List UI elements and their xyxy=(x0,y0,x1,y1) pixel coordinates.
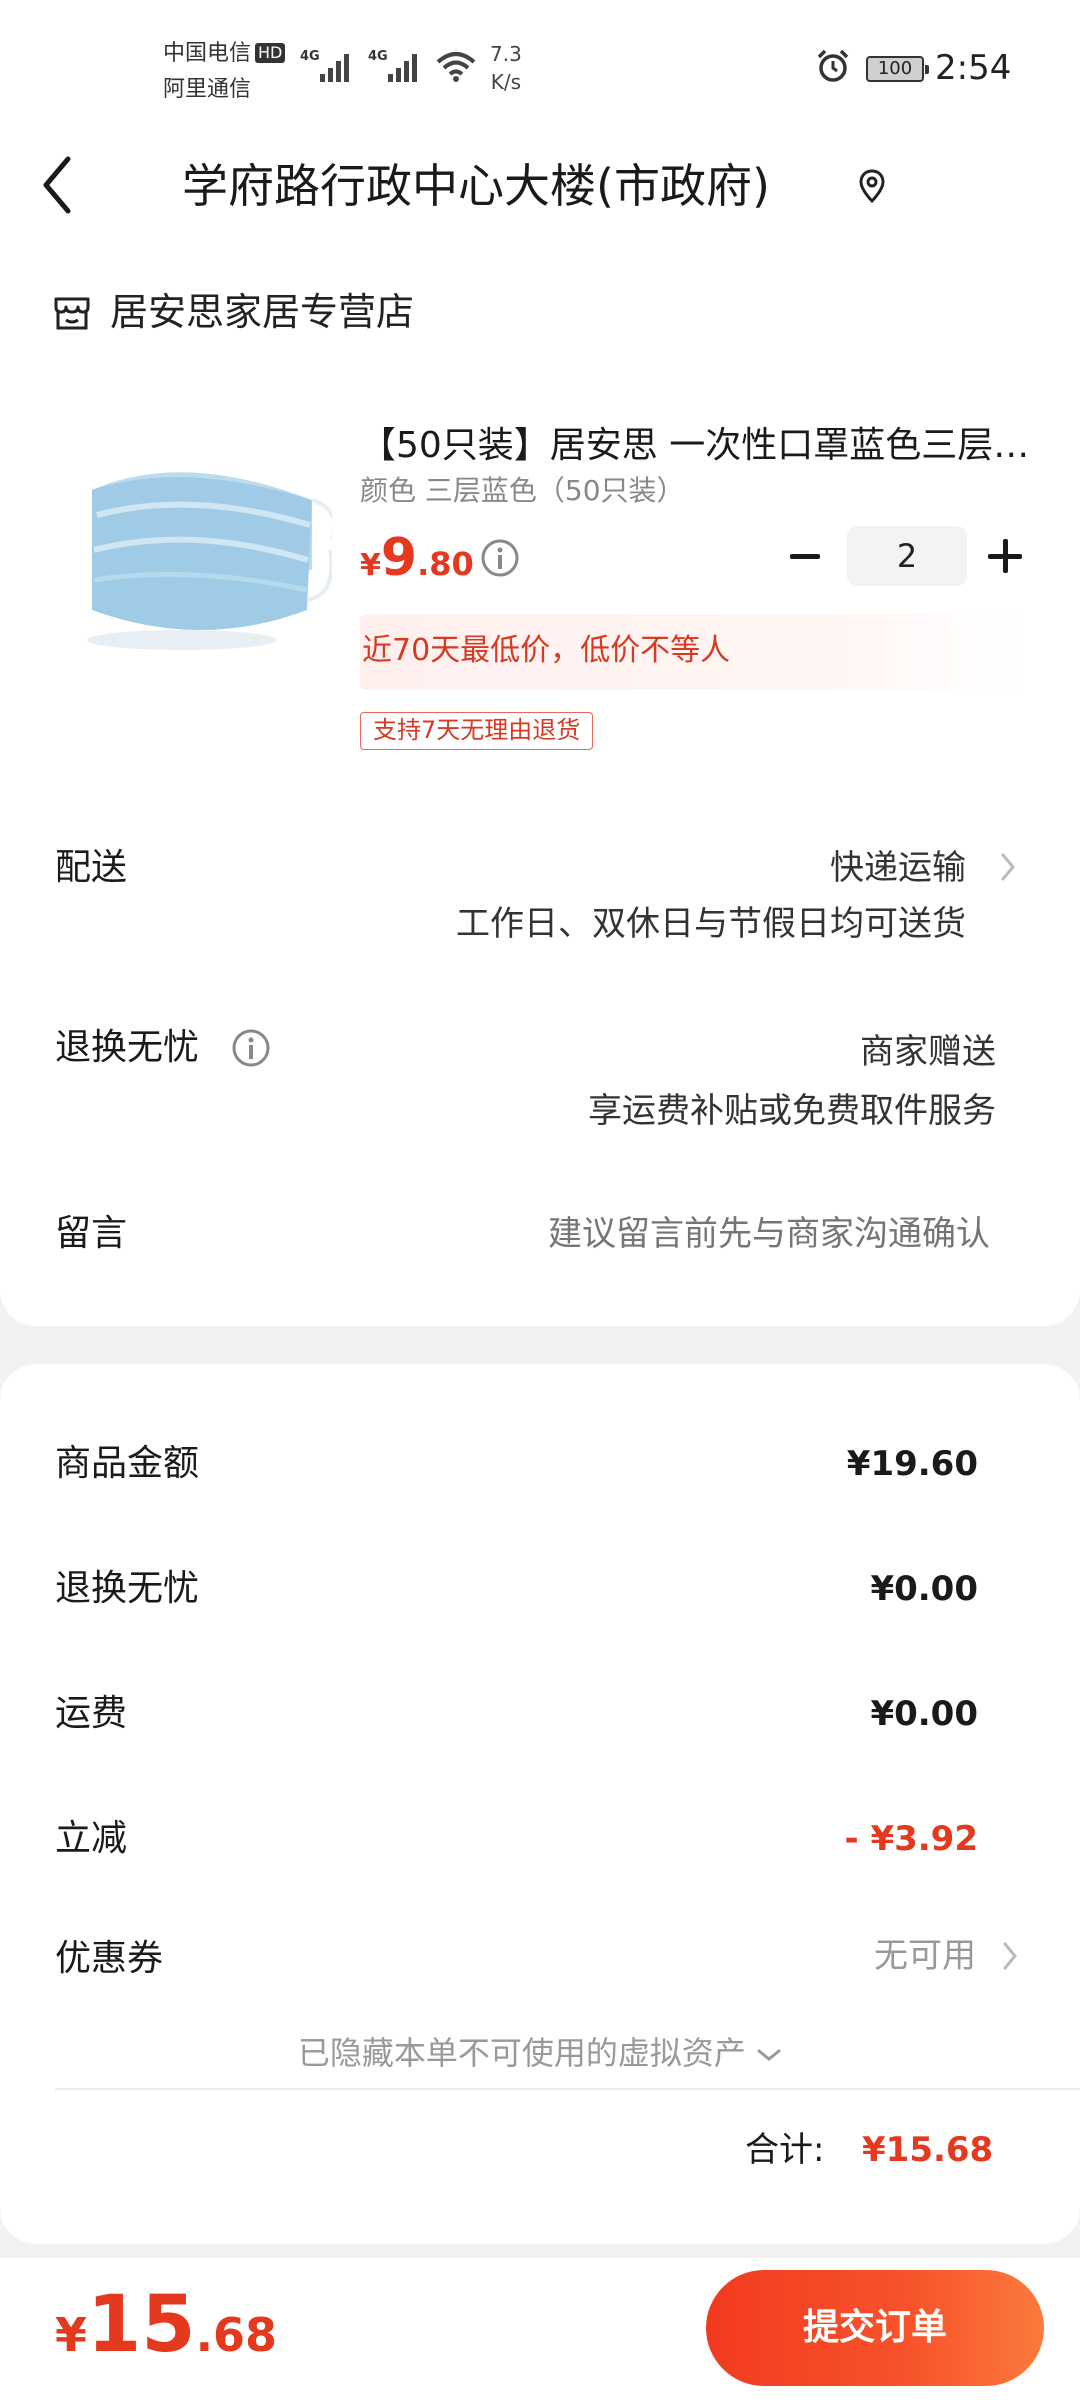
product-spec[interactable]: 颜色 三层蓝色（50只装） xyxy=(360,470,685,512)
delivery-note: 工作日、双休日与节假日均可送货 xyxy=(456,904,966,944)
summary-label-worry-free: 退换无忧 xyxy=(55,1568,200,1609)
location-pin-icon[interactable] xyxy=(857,168,887,208)
worry-free-label: 退换无忧 xyxy=(55,1027,200,1068)
cellular-signal-icon: 4G xyxy=(300,46,358,86)
summary-label-discount: 立减 xyxy=(55,1818,128,1859)
unit-price-integer: 9 xyxy=(380,528,418,588)
worry-free-value: 商家赠送 xyxy=(860,1032,996,1072)
summary-value-shipping: ¥0.00 xyxy=(870,1694,978,1734)
back-button[interactable] xyxy=(40,155,74,219)
increase-quantity-button[interactable] xyxy=(988,538,1024,574)
cellular-signal-icon-2: 4G xyxy=(368,46,426,86)
payable-decimal: .68 xyxy=(195,2308,278,2362)
delivery-address-title[interactable]: 学府路行政中心大楼(市政府) xyxy=(182,150,770,222)
carrier-info: 中国电信 HD 阿里通信 xyxy=(163,36,286,108)
product-title[interactable]: 【50只装】居安思 一次性口罩蓝色三层防护 xyxy=(360,418,1030,474)
store-name[interactable]: 居安思家居专营店 xyxy=(110,282,414,342)
summary-value-discount: - ¥3.92 xyxy=(844,1819,979,1859)
message-label: 留言 xyxy=(55,1213,128,1254)
battery-indicator: 100 xyxy=(866,56,929,82)
price-summary-card xyxy=(0,1364,1080,2244)
hidden-assets-toggle[interactable]: 已隐藏本单不可使用的虚拟资产 xyxy=(0,2028,1080,2078)
worry-free-note: 享运费补贴或免费取件服务 xyxy=(588,1091,996,1131)
delivery-label: 配送 xyxy=(55,847,128,888)
payable-integer: 15 xyxy=(87,2280,196,2370)
price-info-icon[interactable] xyxy=(480,538,520,582)
low-price-banner: 近70天最低价，低价不等人 xyxy=(360,614,1028,690)
delivery-chevron-right-icon[interactable] xyxy=(1000,852,1016,886)
coupon-label: 优惠券 xyxy=(55,1938,164,1979)
coupon-value[interactable]: 无可用 xyxy=(874,1928,976,1984)
status-bar: 中国电信 HD 阿里通信 4G 4G 7.3 K/s 100 2:54 xyxy=(0,0,1080,130)
delivery-method[interactable]: 快递运输 xyxy=(830,840,966,896)
submit-order-button[interactable]: 提交订单 xyxy=(706,2270,1044,2386)
network-speed-value: 7.3 xyxy=(490,42,522,66)
network-type-label: 4G xyxy=(300,49,320,64)
worry-free-info-icon[interactable] xyxy=(231,1028,271,1072)
summary-divider xyxy=(55,2088,1080,2090)
coupon-chevron-right-icon[interactable] xyxy=(1002,1941,1018,1975)
return-policy-tag: 支持7天无理由退货 xyxy=(360,712,594,750)
summary-label-shipping: 运费 xyxy=(55,1693,128,1734)
low-price-text: 近70天最低价，低价不等人 xyxy=(362,633,731,668)
unit-price-currency: ¥ xyxy=(360,548,381,583)
payable-currency: ¥ xyxy=(55,2308,88,2362)
unit-price-decimal: .80 xyxy=(417,545,474,583)
unit-price: ¥9.80 xyxy=(360,525,474,603)
status-time: 2:54 xyxy=(935,48,1012,88)
quantity-input[interactable] xyxy=(847,526,967,586)
hd-badge: HD xyxy=(255,43,286,63)
hidden-assets-text: 已隐藏本单不可使用的虚拟资产 xyxy=(297,2034,746,2072)
summary-value-goods: ¥19.60 xyxy=(846,1444,978,1484)
decrease-quantity-button[interactable] xyxy=(788,538,822,574)
network-type-label-2: 4G xyxy=(368,49,388,64)
message-input[interactable] xyxy=(480,1206,990,1262)
carrier-name-2: 阿里通信 xyxy=(163,77,252,102)
total-value: ¥15.68 xyxy=(862,2130,994,2170)
chevron-down-icon xyxy=(757,2049,781,2061)
summary-value-worry-free: ¥0.00 xyxy=(870,1569,978,1609)
chevron-left-icon xyxy=(43,156,71,214)
total-label: 合计: xyxy=(745,2130,825,2170)
summary-label-goods: 商品金额 xyxy=(55,1443,200,1484)
network-speed-unit: K/s xyxy=(490,70,522,94)
carrier-name-1: 中国电信 xyxy=(163,41,252,66)
alarm-icon xyxy=(815,48,851,88)
payable-amount: ¥15.68 xyxy=(55,2270,277,2400)
wifi-icon xyxy=(434,48,478,88)
product-image[interactable] xyxy=(62,420,337,690)
network-speed: 7.3 K/s xyxy=(490,40,522,96)
store-icon xyxy=(52,293,92,337)
